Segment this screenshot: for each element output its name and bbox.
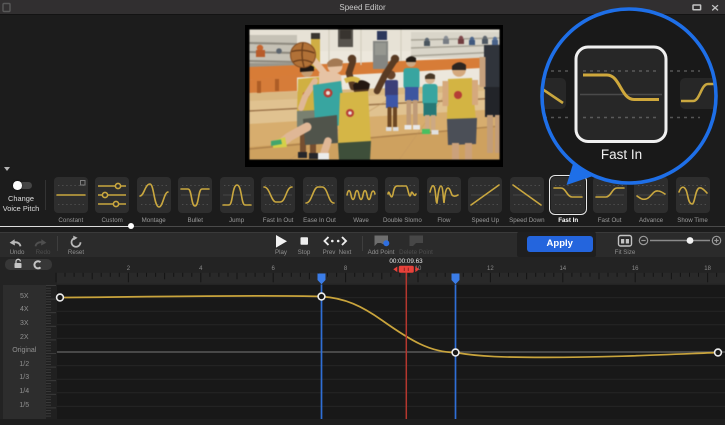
svg-text:Fast In: Fast In (601, 147, 642, 162)
